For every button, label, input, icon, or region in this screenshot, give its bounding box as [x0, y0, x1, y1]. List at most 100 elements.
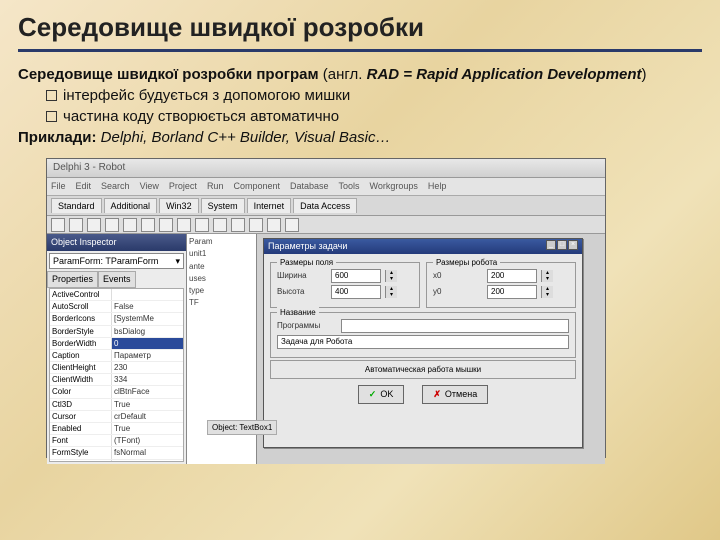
slide-body: Середовище швидкої розробки програм (анг…	[18, 64, 702, 458]
spinner[interactable]: ▴▾	[541, 270, 553, 282]
spinner[interactable]: ▴▾	[385, 286, 397, 298]
property-grid[interactable]: ActiveControlAutoScrollFalseBorderIcons[…	[49, 288, 184, 462]
property-row[interactable]: ClientWidth334	[50, 374, 183, 386]
tab-events[interactable]: Events	[98, 271, 136, 288]
menu-item[interactable]: Workgroups	[370, 180, 418, 193]
palette-button[interactable]	[177, 218, 191, 232]
auto-label: Автоматическая работа мышки	[365, 365, 481, 374]
intro-bold: Середовище швидкої розробки програм	[18, 66, 323, 83]
chevron-down-icon: ▾	[175, 255, 180, 268]
width-input[interactable]: 600	[331, 269, 381, 283]
ide-screenshot: Delphi 3 - Robot File Edit Search View P…	[46, 158, 606, 458]
tree-item[interactable]: type	[189, 285, 254, 297]
ide-titlebar: Delphi 3 - Robot	[47, 159, 605, 178]
tab[interactable]: Data Access	[293, 198, 357, 214]
tab[interactable]: Standard	[51, 198, 102, 214]
tree-item[interactable]: TF	[189, 297, 254, 309]
property-row[interactable]: CaptionПараметр	[50, 350, 183, 362]
property-row[interactable]: Font(TFont)	[50, 435, 183, 447]
property-row[interactable]: BorderStylebsDialog	[50, 326, 183, 338]
bullet-1: інтерфейс будується з допомогою мишки	[63, 87, 350, 104]
form-designer[interactable]: Параметры задачи _ □ × Размеры поля	[257, 234, 605, 464]
property-row[interactable]: EnabledTrue	[50, 423, 183, 435]
program-input[interactable]	[341, 319, 569, 333]
maximize-icon[interactable]: □	[557, 240, 567, 250]
component-tabs: Standard Additional Win32 System Interne…	[47, 196, 605, 217]
property-row[interactable]: Height336	[50, 460, 183, 463]
palette-button[interactable]	[267, 218, 281, 232]
intro-paren: (англ.	[323, 66, 367, 83]
palette-button[interactable]	[123, 218, 137, 232]
menu-item[interactable]: File	[51, 180, 66, 193]
tree-item[interactable]: ante	[189, 261, 254, 273]
menu-item[interactable]: Help	[428, 180, 447, 193]
property-row[interactable]: BorderIcons[SystemMe	[50, 313, 183, 325]
tree-item[interactable]: uses	[189, 273, 254, 285]
palette-button[interactable]	[105, 218, 119, 232]
examples-label: Приклади:	[18, 129, 101, 146]
inspector-combo[interactable]: ParamForm: TParamForm▾	[49, 253, 184, 270]
palette-button[interactable]	[249, 218, 263, 232]
palette-button[interactable]	[159, 218, 173, 232]
palette-button[interactable]	[231, 218, 245, 232]
palette-button[interactable]	[285, 218, 299, 232]
property-row[interactable]: AutoScrollFalse	[50, 301, 183, 313]
check-icon: ✓	[369, 388, 377, 401]
menu-item[interactable]: Project	[169, 180, 197, 193]
spinner[interactable]: ▴▾	[541, 286, 553, 298]
palette-button[interactable]	[69, 218, 83, 232]
taskname-input[interactable]: Задача для Робота	[277, 335, 569, 349]
height-input[interactable]: 400	[331, 285, 381, 299]
property-row[interactable]: FormStylefsNormal	[50, 447, 183, 459]
design-form[interactable]: Параметры задачи _ □ × Размеры поля	[263, 238, 583, 448]
property-row[interactable]: ActiveControl	[50, 289, 183, 301]
field-label: x0	[433, 270, 483, 281]
y0-input[interactable]: 200	[487, 285, 537, 299]
form-title: Параметры задачи	[268, 240, 347, 253]
menu-item[interactable]: View	[140, 180, 159, 193]
cancel-button[interactable]: ✗Отмена	[422, 385, 488, 404]
menu-item[interactable]: Edit	[76, 180, 92, 193]
examples-text: Delphi, Borland C++ Builder, Visual Basi…	[101, 129, 391, 146]
menu-item[interactable]: Database	[290, 180, 329, 193]
palette-button[interactable]	[141, 218, 155, 232]
field-label: Ширина	[277, 270, 327, 281]
property-row[interactable]: CursorcrDefault	[50, 411, 183, 423]
property-row[interactable]: BorderWidth0	[50, 338, 183, 350]
tree-item[interactable]: Param	[189, 236, 254, 248]
minimize-icon[interactable]: _	[546, 240, 556, 250]
tab[interactable]: Internet	[247, 198, 292, 214]
intro-close: )	[642, 66, 647, 83]
palette-button[interactable]	[213, 218, 227, 232]
group-label: Размеры робота	[433, 257, 500, 268]
menu-item[interactable]: Tools	[339, 180, 360, 193]
tab[interactable]: Win32	[159, 198, 199, 214]
tab[interactable]: Additional	[104, 198, 158, 214]
property-row[interactable]: ClientHeight230	[50, 362, 183, 374]
property-row[interactable]: ColorclBtnFace	[50, 386, 183, 398]
bullet-2: частина коду створюється автоматично	[63, 108, 339, 125]
status-text: Object: TextBox1	[207, 420, 277, 435]
tree-item[interactable]: unit1	[189, 248, 254, 260]
close-icon[interactable]: ×	[568, 240, 578, 250]
menu-item[interactable]: Component	[233, 180, 280, 193]
menu-item[interactable]: Run	[207, 180, 224, 193]
slide-title: Середовище швидкої розробки	[18, 12, 702, 52]
group-label: Название	[277, 307, 319, 318]
palette-button[interactable]	[87, 218, 101, 232]
field-label: y0	[433, 286, 483, 297]
tab[interactable]: System	[201, 198, 245, 214]
ide-menubar: File Edit Search View Project Run Compon…	[47, 178, 605, 196]
palette-button[interactable]	[195, 218, 209, 232]
field-label: Высота	[277, 286, 327, 297]
spinner[interactable]: ▴▾	[385, 270, 397, 282]
menu-item[interactable]: Search	[101, 180, 130, 193]
ok-button[interactable]: ✓OK	[358, 385, 405, 404]
property-row[interactable]: Ctl3DTrue	[50, 399, 183, 411]
group-label: Размеры поля	[277, 257, 336, 268]
x0-input[interactable]: 200	[487, 269, 537, 283]
bullet-icon	[46, 90, 57, 101]
palette-button[interactable]	[51, 218, 65, 232]
x-icon: ✗	[433, 388, 441, 401]
tab-properties[interactable]: Properties	[47, 271, 98, 288]
